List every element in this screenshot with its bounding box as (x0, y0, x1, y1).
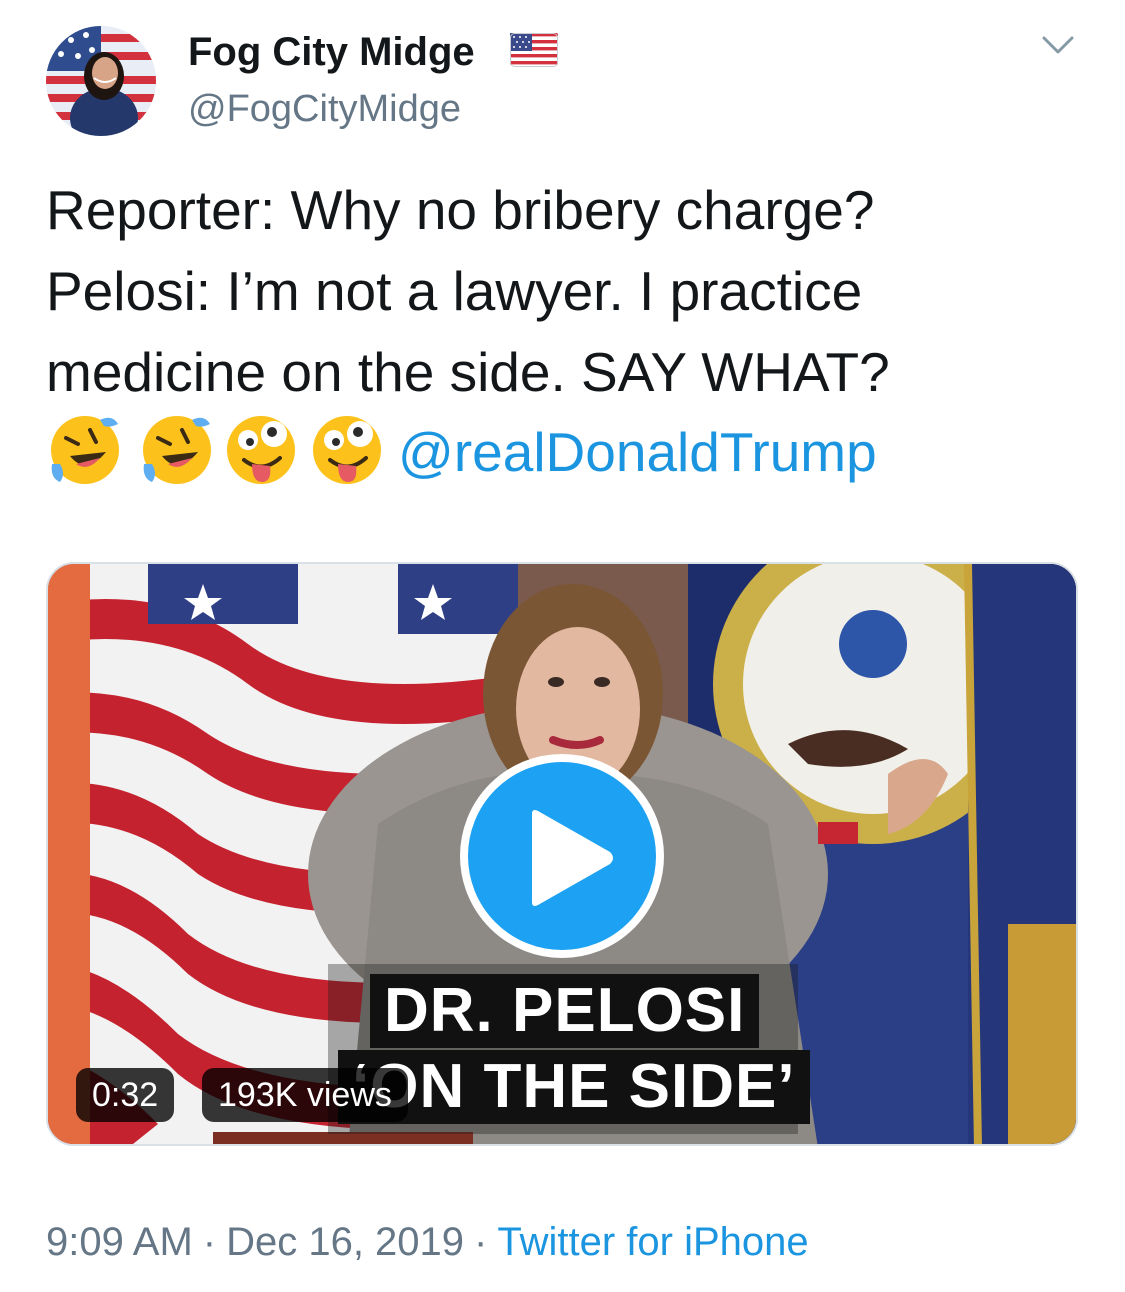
rolling-on-floor-laughing-icon (143, 416, 211, 484)
play-icon (532, 810, 613, 906)
tweet-time[interactable]: 9:09 AM (46, 1220, 193, 1264)
display-name[interactable]: Fog City Midge (188, 30, 475, 75)
avatar-image (46, 26, 156, 136)
tweet-line: medicine on the side. SAY WHAT? (46, 341, 890, 403)
rolling-on-floor-laughing-icon (51, 416, 119, 484)
video-caption: ‘ON THE SIDE’ (338, 1050, 810, 1124)
tweet-text: Reporter: Why no bribery charge? Pelosi:… (46, 170, 1086, 413)
source-link[interactable]: Twitter for iPhone (497, 1220, 808, 1264)
video-duration: 0:32 (76, 1068, 175, 1122)
zany-face-icon (227, 416, 295, 484)
video-player[interactable]: DR. PELOSI ‘ON THE SIDE’ 0:32 193K views (46, 562, 1078, 1146)
mention-link[interactable]: @realDonaldTrump (398, 412, 877, 493)
video-caption: DR. PELOSI (370, 974, 760, 1048)
user-handle[interactable]: @FogCityMidge (188, 88, 461, 131)
view-count: 193K views (202, 1068, 408, 1122)
chevron-down-icon[interactable] (1040, 32, 1076, 60)
play-button[interactable] (460, 754, 664, 958)
tweet-line: Pelosi: I’m not a lawyer. I practice (46, 260, 863, 322)
separator-dot: · (202, 1220, 217, 1264)
tweet-date[interactable]: Dec 16, 2019 (226, 1220, 464, 1264)
us-flag-emoji-icon (510, 33, 558, 67)
tweet-metadata: 9:09 AM · Dec 16, 2019 · Twitter for iPhone (46, 1220, 809, 1265)
separator-dot: · (474, 1220, 488, 1264)
tweet-line: Reporter: Why no bribery charge? (46, 179, 875, 241)
zany-face-icon (313, 416, 381, 484)
avatar[interactable] (46, 26, 156, 136)
